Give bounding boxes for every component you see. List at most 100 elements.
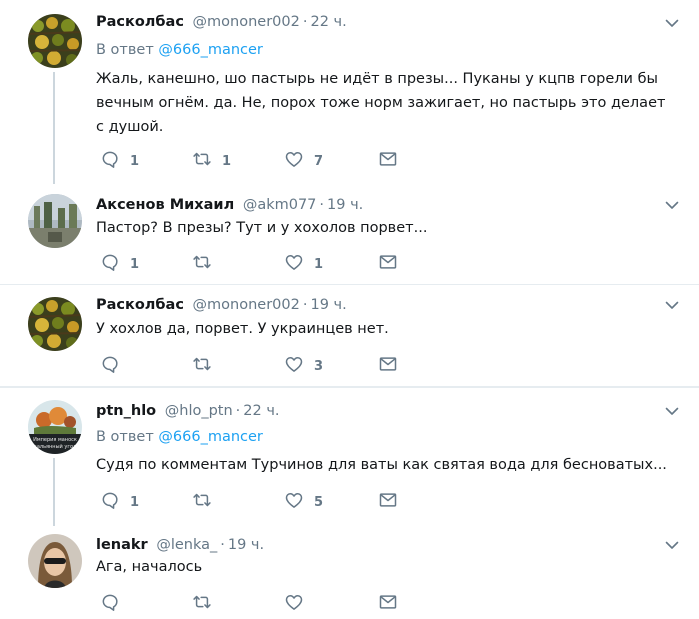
- tweet[interactable]: Расколбас @mononer002 · 19 ч. У хохлов да,…: [0, 285, 699, 385]
- user-handle[interactable]: @hlo_ptn: [165, 403, 233, 419]
- timestamp[interactable]: 22 ч.: [310, 14, 346, 30]
- like-button[interactable]: 1: [284, 254, 323, 274]
- direct-message-button[interactable]: [378, 492, 398, 512]
- like-button[interactable]: [284, 594, 314, 614]
- tweet-text: Пастор? В презы? Тут и у хохолов порвет.…: [96, 220, 428, 236]
- avatar[interactable]: [28, 194, 82, 248]
- like-count: 5: [314, 494, 324, 510]
- retweet-button[interactable]: [192, 492, 222, 512]
- tweet-header: Расколбас @mononer002 · 19 ч.: [96, 295, 347, 315]
- reply-icon: [100, 252, 120, 276]
- heart-icon: [284, 490, 304, 514]
- like-count: 3: [314, 358, 324, 374]
- heart-icon: [284, 354, 304, 378]
- avatar[interactable]: [28, 534, 82, 588]
- direct-message-button[interactable]: [378, 254, 398, 274]
- envelope-icon: [378, 490, 398, 514]
- reply-count: 1: [130, 494, 140, 510]
- separator-dot: ·: [302, 297, 308, 313]
- separator-dot: ·: [235, 403, 241, 419]
- direct-message-button[interactable]: [378, 151, 398, 171]
- tweet-text: Ага, началось: [96, 559, 203, 575]
- retweet-count: 1: [222, 153, 232, 169]
- direct-message-button[interactable]: [378, 356, 398, 376]
- display-name[interactable]: ptn_hlo: [96, 403, 156, 419]
- tweet-header: lenakr @lenka_ · 19 ч.: [96, 535, 264, 555]
- reply-button[interactable]: 1: [100, 492, 139, 512]
- timestamp[interactable]: 19 ч.: [327, 197, 363, 213]
- svg-text:кальянный угол: кальянный угол: [34, 443, 76, 450]
- like-button[interactable]: 3: [284, 356, 323, 376]
- retweet-button[interactable]: [192, 254, 222, 274]
- tweet[interactable]: Аксенов Михаил @akm077 · 19 ч. Пастор? В п…: [0, 184, 699, 284]
- chevron-down-icon[interactable]: [664, 403, 680, 419]
- timestamp[interactable]: 19 ч.: [310, 297, 346, 313]
- envelope-icon: [378, 592, 398, 616]
- retweet-button[interactable]: [192, 356, 222, 376]
- direct-message-button[interactable]: [378, 594, 398, 614]
- thread-line: [53, 458, 55, 526]
- avatar[interactable]: [28, 297, 82, 351]
- chevron-down-icon[interactable]: [664, 537, 680, 553]
- display-name[interactable]: Аксенов Михаил: [96, 197, 234, 213]
- timestamp[interactable]: 19 ч.: [228, 537, 264, 553]
- user-handle[interactable]: @lenka_: [156, 537, 217, 553]
- like-count: 1: [314, 256, 324, 272]
- display-name[interactable]: Расколбас: [96, 297, 184, 313]
- chevron-down-icon[interactable]: [664, 15, 680, 31]
- tweet-actions: 3: [96, 356, 416, 376]
- reply-button[interactable]: 1: [100, 151, 139, 171]
- reply-prefix: В ответ: [96, 429, 154, 445]
- envelope-icon: [378, 149, 398, 173]
- retweet-icon: [192, 252, 212, 276]
- avatar[interactable]: [28, 14, 82, 68]
- heart-icon: [284, 252, 304, 276]
- tweet-header: Аксенов Михаил @akm077 · 19 ч.: [96, 195, 363, 215]
- reply-button[interactable]: [100, 356, 130, 376]
- reply-icon: [100, 354, 120, 378]
- tweet[interactable]: lenakr @lenka_ · 19 ч. Ага, началось: [0, 526, 699, 619]
- tweet-actions: 1 1 7: [96, 151, 416, 171]
- envelope-icon: [378, 252, 398, 276]
- retweet-button[interactable]: 1: [192, 151, 231, 171]
- envelope-icon: [378, 354, 398, 378]
- user-handle[interactable]: @mononer002: [193, 297, 300, 313]
- user-handle[interactable]: @mononer002: [193, 14, 300, 30]
- thread-line: [53, 72, 55, 184]
- like-count: 7: [314, 153, 324, 169]
- retweet-button[interactable]: [192, 594, 222, 614]
- reply-count: 1: [130, 153, 140, 169]
- avatar[interactable]: Империя маноск кальянный угол: [28, 400, 82, 454]
- reply-count: 1: [130, 256, 140, 272]
- retweet-icon: [192, 592, 212, 616]
- like-button[interactable]: 7: [284, 151, 323, 171]
- tweet-text: Судя по комментам Турчинов для ваты как …: [96, 457, 667, 473]
- reply-button[interactable]: [100, 594, 130, 614]
- chevron-down-icon[interactable]: [664, 297, 680, 313]
- reply-context: В ответ @666_mancer: [96, 427, 263, 447]
- tweet-actions: [96, 594, 416, 614]
- timestamp[interactable]: 22 ч.: [243, 403, 279, 419]
- heart-icon: [284, 149, 304, 173]
- user-handle[interactable]: @akm077: [243, 197, 317, 213]
- separator-dot: ·: [220, 537, 225, 553]
- like-button[interactable]: 5: [284, 492, 323, 512]
- tweet-text: Жаль, канешно, шо пастырь не идёт в през…: [96, 71, 666, 135]
- display-name[interactable]: Расколбас: [96, 14, 184, 30]
- reply-button[interactable]: 1: [100, 254, 139, 274]
- heart-icon: [284, 592, 304, 616]
- tweet[interactable]: Расколбас @mononer002 · 22 ч. В ответ @666…: [0, 0, 699, 184]
- reply-to-link[interactable]: @666_mancer: [158, 429, 262, 445]
- chevron-down-icon[interactable]: [664, 197, 680, 213]
- reply-prefix: В ответ: [96, 42, 154, 58]
- tweet[interactable]: Империя маноск кальянный угол ptn_hlo @h…: [0, 388, 699, 526]
- tweet-text: У хохлов да, порвет. У украинцев нет.: [96, 321, 389, 337]
- retweet-icon: [192, 490, 212, 514]
- reply-to-link[interactable]: @666_mancer: [158, 42, 262, 58]
- separator-dot: ·: [302, 14, 308, 30]
- reply-icon: [100, 490, 120, 514]
- separator-dot: ·: [319, 197, 325, 213]
- svg-text:Империя маноск: Империя маноск: [33, 437, 77, 443]
- display-name[interactable]: lenakr: [96, 537, 148, 553]
- tweet-header: ptn_hlo @hlo_ptn · 22 ч.: [96, 401, 280, 421]
